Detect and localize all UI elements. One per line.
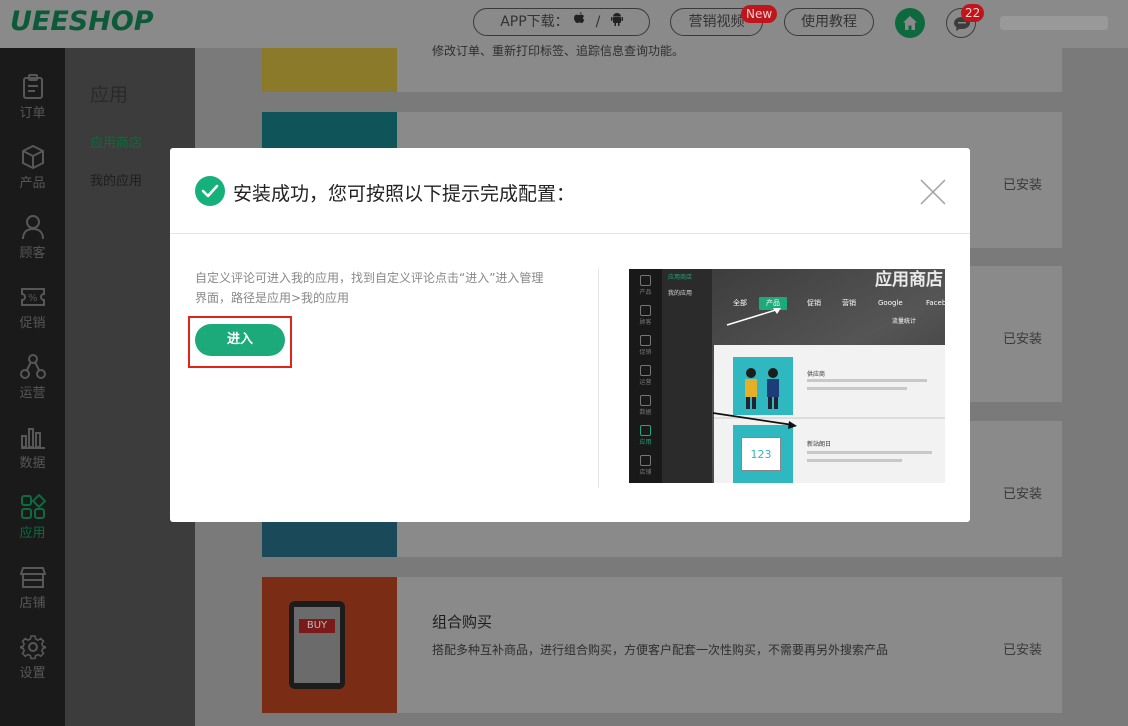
- home-icon: [903, 16, 917, 30]
- tutorial-button[interactable]: 使用教程: [784, 8, 874, 36]
- app-thumbnail: BUY: [262, 577, 397, 713]
- placeholder-line: [807, 379, 927, 382]
- preview-nav-item: 数据: [629, 395, 662, 416]
- apps-icon: [20, 494, 46, 519]
- top-header: UEESHOP APP下载： / 营销视频 New 使用教程 22: [0, 0, 1128, 48]
- preview-tab: Faceb: [926, 299, 945, 307]
- modal-header: 安装成功，您可按照以下提示完成配置：: [170, 148, 970, 234]
- preview-card-image: [733, 357, 793, 415]
- preview-nav-item: 运营: [629, 365, 662, 386]
- subnav-title: 应用: [90, 84, 129, 106]
- app-thumbnail: [262, 48, 397, 92]
- preview-tab: Google: [878, 299, 903, 307]
- preview-nav-item-active: 应用: [629, 425, 662, 446]
- ueeshop-logo[interactable]: UEESHOP: [10, 6, 154, 37]
- nav-item-store[interactable]: 店铺: [0, 558, 65, 628]
- nav-label: 数据: [19, 456, 46, 471]
- nav-label: 促销: [19, 316, 46, 331]
- nav-label: 订单: [19, 106, 46, 121]
- preview-card1-title: 供应商: [807, 371, 826, 378]
- nav-item-promotions[interactable]: % 促销: [0, 278, 65, 348]
- preview-subnav-item: 我的应用: [668, 290, 693, 297]
- new-badge: New: [741, 5, 778, 23]
- arrow-icon: [712, 412, 797, 429]
- subnav-item-my-apps[interactable]: 我的应用: [90, 170, 142, 189]
- nav-label: 应用: [19, 526, 46, 541]
- nav-item-orders[interactable]: 订单: [0, 68, 65, 138]
- preview-nav-item: 顾客: [629, 305, 662, 326]
- preview-nav-item: 促销: [629, 335, 662, 356]
- modal-title: 安装成功，您可按照以下提示完成配置：: [233, 183, 576, 205]
- arrow-icon: [726, 308, 781, 326]
- installed-status: 已安装: [1002, 178, 1042, 193]
- preview-nav-item: 产品: [629, 275, 662, 296]
- preview-sidebar: 产品 顾客 促销 运营 数据 应用 店铺: [629, 269, 662, 483]
- bar-chart-icon: [20, 428, 45, 449]
- buy-label: BUY: [299, 619, 335, 633]
- nav-label: 设置: [19, 666, 46, 681]
- installed-status: 已安装: [1002, 332, 1042, 347]
- nav-item-operations[interactable]: 运营: [0, 348, 65, 418]
- nav-item-products[interactable]: 产品: [0, 138, 65, 208]
- success-check-icon: [195, 176, 225, 206]
- divider: [598, 268, 599, 488]
- store-icon: [19, 567, 46, 588]
- subnav-item-app-store[interactable]: 应用商店: [90, 132, 142, 151]
- app-card[interactable]: BUY 组合购买 搭配多种互补商品，进行组合购买，方便客户配套一次性购买，不需要…: [262, 577, 1062, 713]
- nav-label: 运营: [19, 386, 46, 401]
- app-card-desc: 搭配多种互补商品，进行组合购买，方便客户配套一次性购买，不需要再另外搜索产品: [432, 643, 889, 657]
- nav-item-apps[interactable]: 应用: [0, 488, 65, 558]
- preview-title: 应用商店: [875, 270, 943, 290]
- message-count-badge: 22: [961, 4, 985, 22]
- nav-label: 顾客: [19, 246, 46, 261]
- preview-tab: 营销: [842, 299, 856, 307]
- preview-subnav-item: 应用商店: [668, 274, 693, 281]
- placeholder-line: [807, 387, 907, 390]
- app-download-pill[interactable]: APP下载： /: [473, 8, 650, 36]
- nav-label: 店铺: [19, 596, 46, 611]
- nav-label: 产品: [19, 176, 46, 191]
- install-success-modal: 安装成功，您可按照以下提示完成配置： 自定义评论可进入我的应用，找到自定义评论点…: [170, 148, 970, 522]
- app-card-desc: 修改订单、重新打印标签、追踪信息查询功能。: [432, 44, 685, 58]
- instruction-text: 自定义评论可进入我的应用，找到自定义评论点击“进入”进入管理界面，路径是应用>我…: [195, 271, 544, 305]
- app-separator: /: [595, 14, 601, 30]
- app-card[interactable]: 修改订单、重新打印标签、追踪信息查询功能。: [262, 44, 1062, 92]
- enter-button[interactable]: 进入: [195, 324, 285, 356]
- app-card-title: 组合购买: [432, 613, 493, 631]
- home-button[interactable]: [895, 8, 925, 38]
- apple-icon[interactable]: [573, 12, 589, 30]
- left-nav: 订单 产品 顾客 % 促销 运营 数据 应用 店铺 设置: [0, 48, 65, 726]
- preview-card2-title: 新站朗日: [807, 441, 832, 448]
- android-icon[interactable]: [610, 13, 623, 30]
- network-icon: [19, 354, 46, 379]
- nav-item-data[interactable]: 数据: [0, 418, 65, 488]
- clipboard-icon: [22, 74, 43, 99]
- installed-status: 已安装: [1002, 643, 1042, 658]
- preview-subtab: 流量统计: [892, 318, 917, 325]
- preview-subnav: 应用商店 我的应用: [662, 269, 712, 483]
- preview-tab: 促销: [807, 299, 821, 307]
- user-account[interactable]: [1000, 16, 1108, 30]
- placeholder-line: [807, 459, 902, 462]
- svg-text:%: %: [28, 293, 38, 304]
- box-icon: [21, 144, 44, 170]
- user-icon: [21, 215, 44, 240]
- nav-item-customers[interactable]: 顾客: [0, 208, 65, 278]
- nav-item-settings[interactable]: 设置: [0, 628, 65, 698]
- placeholder-line: [807, 451, 932, 454]
- preview-nav-item: 店铺: [629, 455, 662, 476]
- phone-illustration: BUY: [289, 601, 345, 689]
- app-download-label: APP下载：: [500, 14, 569, 30]
- close-icon[interactable]: [920, 179, 946, 205]
- guide-screenshot: 产品 顾客 促销 运营 数据 应用 店铺 应用商店 我的应用 应用商店 全部 产…: [629, 269, 945, 483]
- installed-status: 已安装: [1002, 487, 1042, 502]
- coupon-icon: %: [20, 288, 45, 306]
- gear-icon: [19, 635, 46, 660]
